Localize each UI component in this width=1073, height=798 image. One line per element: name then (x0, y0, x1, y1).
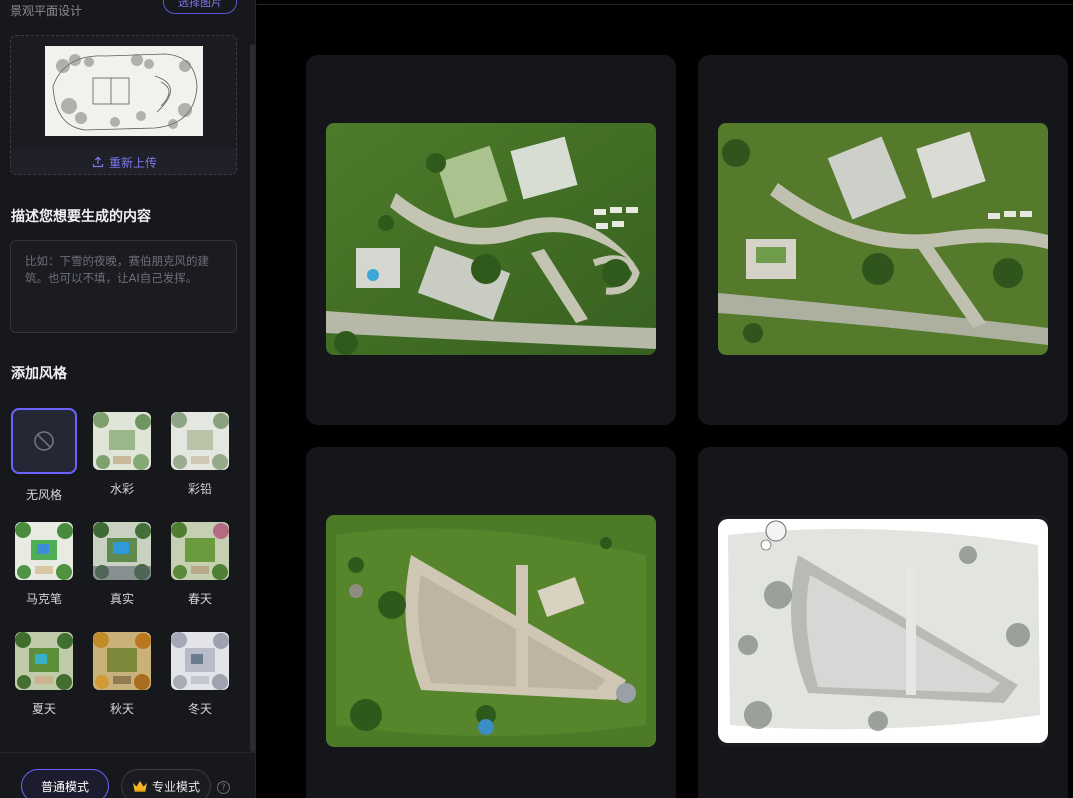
style-option-realistic[interactable]: 真实 (91, 522, 153, 607)
style-option-marker[interactable]: 马克笔 (13, 522, 75, 607)
pro-mode-button[interactable]: 专业模式 (121, 769, 211, 798)
style-option-watercolor[interactable]: 水彩 (91, 412, 153, 497)
pro-mode-label: 专业模式 (151, 779, 200, 794)
style-thumb (171, 522, 229, 580)
uploaded-sketch-thumbnail (45, 46, 203, 136)
style-label: 春天 (187, 592, 212, 606)
result-image-3[interactable] (326, 515, 656, 747)
style-option-none[interactable]: 无风格 (10, 408, 78, 503)
upload-area[interactable]: 重新上传 (10, 35, 237, 175)
style-label: 真实 (109, 592, 134, 606)
normal-mode-label: 普通模式 (40, 779, 89, 794)
upload-icon (92, 156, 104, 168)
style-thumb (93, 412, 151, 470)
style-thumb (171, 632, 229, 690)
style-option-winter[interactable]: 冬天 (169, 632, 231, 717)
style-label: 马克笔 (25, 592, 62, 606)
style-thumb (15, 632, 73, 690)
divider (257, 4, 1073, 5)
style-thumb (171, 412, 229, 470)
normal-mode-button[interactable]: 普通模式 (21, 769, 109, 798)
style-thumb (93, 522, 151, 580)
results-area (257, 0, 1073, 798)
style-option-autumn[interactable]: 秋天 (91, 632, 153, 717)
style-thumb (93, 632, 151, 690)
select-image-button[interactable]: 选择图片 (163, 0, 237, 14)
describe-title: 描述您想要生成的内容 (11, 209, 151, 225)
style-label: 彩铅 (187, 482, 212, 496)
style-label: 无风格 (25, 488, 62, 502)
style-title: 添加风格 (11, 366, 67, 382)
reupload-label: 重新上传 (108, 155, 157, 170)
mode-bar: 普通模式 专业模式 ? (0, 752, 255, 798)
style-thumb (15, 522, 73, 580)
style-label: 夏天 (31, 702, 56, 716)
sidebar: 景观平面设计 选择图片 重新上传 描述您想要生成的内容 比如：下雪的夜晚，赛伯朋… (0, 0, 256, 798)
style-option-spring[interactable]: 春天 (169, 522, 231, 607)
sidebar-scroll-area: 景观平面设计 选择图片 重新上传 描述您想要生成的内容 比如：下雪的夜晚，赛伯朋… (0, 0, 248, 752)
crown-icon (132, 781, 147, 792)
reupload-button[interactable]: 重新上传 (11, 149, 236, 174)
result-card[interactable] (698, 447, 1068, 798)
style-thumb (11, 408, 77, 474)
style-label: 秋天 (109, 702, 134, 716)
result-image-2[interactable] (718, 123, 1048, 355)
result-card[interactable] (698, 55, 1068, 425)
style-option-colored-pencil[interactable]: 彩铅 (169, 412, 231, 497)
style-label: 冬天 (187, 702, 212, 716)
help-icon[interactable]: ? (217, 781, 230, 794)
result-card[interactable] (306, 447, 676, 798)
no-style-icon (34, 431, 54, 451)
section-label: 景观平面设计 (10, 4, 83, 18)
result-image-1[interactable] (326, 123, 656, 355)
prompt-input[interactable]: 比如：下雪的夜晚，赛伯朋克风的建筑。也可以不填，让AI自己发挥。 (10, 240, 237, 333)
sidebar-scrollbar[interactable] (250, 44, 255, 752)
style-label: 水彩 (109, 482, 134, 496)
result-image-4[interactable] (718, 515, 1048, 747)
style-option-summer[interactable]: 夏天 (13, 632, 75, 717)
result-card[interactable] (306, 55, 676, 425)
